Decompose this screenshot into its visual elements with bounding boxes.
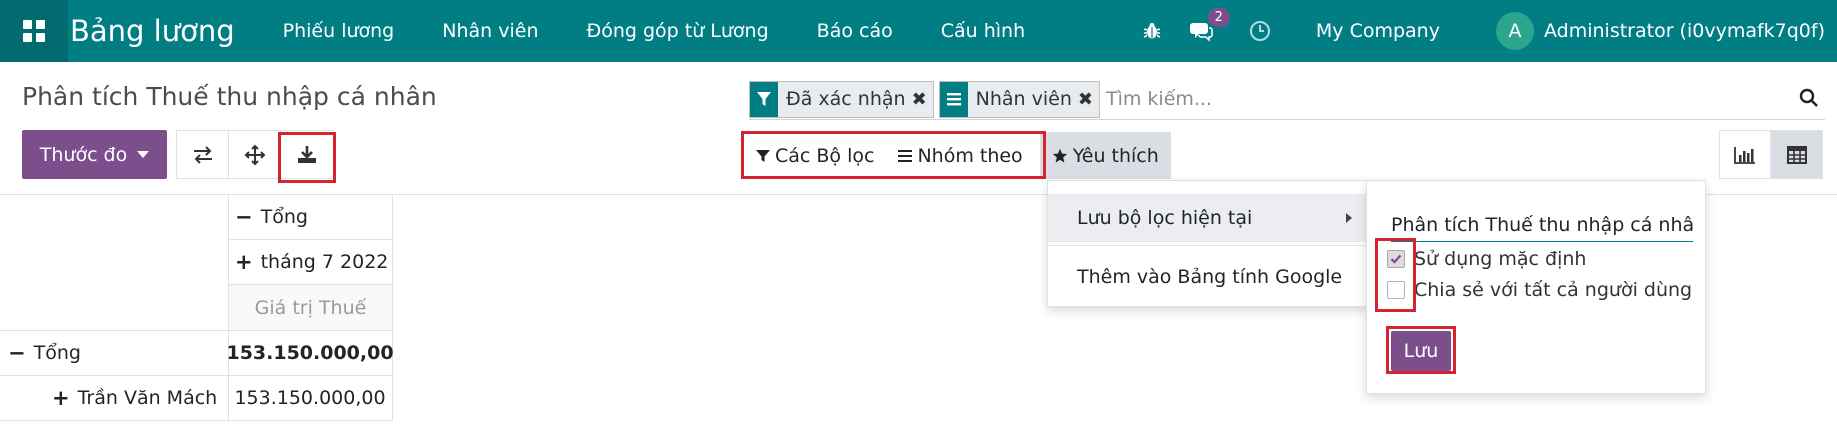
flip-axis-button[interactable] (177, 131, 229, 178)
add-to-google-sheet-label: Thêm vào Bảng tính Google (1077, 266, 1343, 288)
caret-down-icon (137, 151, 150, 158)
search-facet-filter: Đã xác nhận ✖ (749, 80, 934, 118)
avatar[interactable]: A (1495, 12, 1534, 50)
chat-icon[interactable]: 2 (1189, 8, 1230, 43)
search-icon[interactable] (1799, 88, 1819, 112)
graph-view-button[interactable] (1719, 130, 1771, 179)
col-period-label: tháng 7 2022 (260, 251, 389, 273)
measures-label: Thước đo (39, 143, 128, 166)
share-all-option[interactable]: Chia sẻ với tất cả người dùng (1387, 277, 1692, 303)
collapse-minus-icon: − (8, 341, 26, 365)
caret-right-icon (1346, 213, 1352, 223)
highlight-checkboxes (1375, 238, 1416, 312)
menu-item-configuration[interactable]: Cấu hình (941, 20, 1025, 42)
filter-icon (750, 81, 778, 117)
page-title: Phân tích Thuế thu nhập cá nhân (22, 82, 437, 111)
menu-item-employees[interactable]: Nhân viên (442, 20, 538, 42)
top-navbar: Bảng lương Phiếu lương Nhân viên Đóng gó… (0, 0, 1837, 62)
apps-menu-button[interactable] (0, 0, 68, 62)
facet-label: Đã xác nhận (786, 88, 906, 110)
measures-dropdown-button[interactable]: Thước đo (22, 130, 167, 179)
apps-grid-icon (23, 20, 45, 42)
measure-label: Giá trị Thuế (254, 296, 367, 319)
expand-all-button[interactable] (229, 131, 281, 178)
navbar-systray: 2 My Company A Administrator (i0vymafk7q… (1140, 0, 1837, 62)
collapse-minus-icon: − (235, 205, 253, 229)
save-current-search-label: Lưu bộ lọc hiện tại (1077, 207, 1253, 229)
pivot-row-header-employee[interactable]: + Trần Văn Mách (52, 376, 217, 420)
favorites-dropdown: Lưu bộ lọc hiện tại Thêm vào Bảng tính G… (1047, 180, 1369, 307)
activity-clock-icon[interactable] (1248, 19, 1272, 43)
col-total-label: Tổng (260, 206, 308, 228)
pivot-measure-header[interactable]: Giá trị Thuế (229, 285, 392, 330)
share-all-label: Chia sẻ với tất cả người dùng (1414, 279, 1693, 301)
facet-label: Nhân viên (975, 88, 1072, 110)
app-brand[interactable]: Bảng lương (70, 14, 235, 48)
debug-bug-icon[interactable] (1140, 19, 1164, 43)
use-default-option[interactable]: Sử dụng mặc định (1387, 246, 1586, 272)
search-facet-groupby: Nhân viên ✖ (938, 80, 1100, 118)
pivot-cell-total[interactable]: 153.150.000,00 (226, 331, 394, 375)
highlight-download (278, 132, 336, 183)
star-icon (1052, 148, 1068, 164)
chat-badge: 2 (1207, 8, 1230, 27)
pivot-cell-employee[interactable]: 153.150.000,00 (229, 376, 391, 420)
remove-facet-icon[interactable]: ✖ (912, 82, 933, 117)
company-switcher[interactable]: My Company (1316, 20, 1440, 42)
user-menu[interactable]: Administrator (i0vymafk7q0f) (1544, 20, 1825, 42)
expand-plus-icon: + (235, 250, 253, 274)
row-total-label: Tổng (33, 342, 81, 364)
highlight-save-button (1386, 326, 1456, 374)
expand-plus-icon: + (52, 386, 70, 410)
view-switcher (1719, 130, 1823, 179)
search-input[interactable]: Tìm kiếm... (1106, 88, 1212, 110)
pivot-col-header-total[interactable]: − Tổng (235, 195, 308, 239)
remove-facet-icon[interactable]: ✖ (1078, 82, 1099, 117)
bar-chart-icon (1734, 146, 1755, 164)
row-employee-label: Trần Văn Mách (77, 387, 218, 409)
use-default-label: Sử dụng mặc định (1414, 248, 1587, 270)
menu-item-contributions[interactable]: Đóng góp từ Lương (586, 20, 768, 42)
favorites-button[interactable]: Yêu thích (1039, 132, 1171, 179)
swap-arrows-icon (193, 145, 212, 164)
menu-item-payslips[interactable]: Phiếu lương (283, 20, 395, 42)
total-value: 153.150.000,00 (226, 342, 394, 364)
favorites-label: Yêu thích (1072, 144, 1159, 167)
pivot-row-header-total[interactable]: − Tổng (8, 331, 81, 375)
save-current-search-item[interactable]: Lưu bộ lọc hiện tại (1048, 194, 1368, 242)
move-arrows-icon (244, 144, 265, 165)
employee-value: 153.150.000,00 (234, 387, 386, 409)
group-by-icon (939, 81, 968, 117)
pivot-col-header-period[interactable]: + tháng 7 2022 (235, 240, 388, 284)
dropdown-divider (1048, 245, 1368, 246)
menu-item-reports[interactable]: Báo cáo (817, 20, 893, 42)
pivot-view-button[interactable] (1771, 130, 1823, 179)
highlight-filters-groupby (741, 131, 1046, 179)
search-bar[interactable]: Đã xác nhận ✖ Nhân viên ✖ Tìm kiếm... (749, 79, 1825, 120)
filter-name-input[interactable]: Phân tích Thuế thu nhập cá nhân (1391, 208, 1693, 242)
add-to-google-sheet-item[interactable]: Thêm vào Bảng tính Google (1048, 253, 1368, 301)
table-icon (1787, 145, 1807, 164)
